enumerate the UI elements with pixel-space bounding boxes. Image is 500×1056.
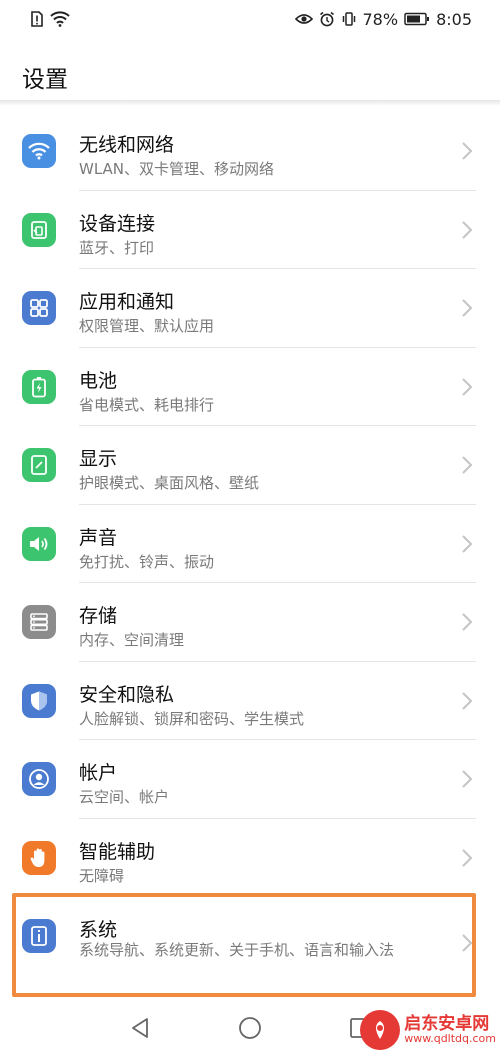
highlight-frame bbox=[12, 893, 476, 997]
speaker-icon bbox=[22, 526, 56, 561]
page-title: 设置 bbox=[22, 67, 68, 93]
item-title: 帐户 bbox=[79, 762, 118, 784]
alarm-icon bbox=[319, 11, 335, 27]
item-subtitle: 权限管理、默认应用 bbox=[79, 317, 215, 335]
clock-time: 8:05 bbox=[436, 9, 472, 29]
sim-alert-icon bbox=[30, 11, 44, 27]
apps-grid-icon bbox=[22, 291, 56, 325]
watermark-title: 启东安卓网 bbox=[404, 1013, 490, 1034]
settings-item-account[interactable]: 帐户 云空间、帐户 bbox=[0, 740, 500, 819]
status-right: 78% 8:05 bbox=[294, 9, 472, 29]
item-title: 电池 bbox=[79, 369, 118, 392]
settings-list: 无线和网络 WLAN、双卡管理、移动网络 设备连接 蓝牙、打印 应用和通知 权限… bbox=[0, 112, 500, 993]
settings-item-device-connection[interactable]: 设备连接 蓝牙、打印 bbox=[0, 191, 500, 269]
item-title: 存储 bbox=[79, 605, 118, 627]
settings-item-sound[interactable]: 声音 免打扰、铃声、振动 bbox=[0, 505, 500, 583]
item-title: 智能辅助 bbox=[79, 840, 156, 863]
header: 设置 bbox=[0, 38, 500, 104]
chevron-right-icon bbox=[462, 377, 473, 396]
back-button[interactable] bbox=[126, 1014, 154, 1042]
status-bar: 78% 8:05 bbox=[0, 0, 500, 38]
item-subtitle: WLAN、双卡管理、移动网络 bbox=[79, 160, 275, 178]
chevron-right-icon bbox=[462, 142, 473, 160]
item-subtitle: 内存、空间清理 bbox=[79, 631, 185, 649]
chevron-right-icon bbox=[462, 220, 473, 239]
item-subtitle: 省电模式、耗电排行 bbox=[79, 395, 215, 414]
watermark-text: 启东安卓网 www.qdltdq.com bbox=[404, 1013, 496, 1046]
home-circle-icon bbox=[239, 1017, 261, 1039]
chevron-right-icon bbox=[462, 299, 473, 317]
shield-icon bbox=[22, 683, 56, 718]
battery-percent: 78% bbox=[362, 9, 399, 29]
watermark-url: www.qdltdq.com bbox=[404, 1032, 496, 1046]
settings-item-apps-notifications[interactable]: 应用和通知 权限管理、默认应用 bbox=[0, 269, 500, 348]
item-title: 应用和通知 bbox=[79, 291, 175, 313]
settings-item-wireless-network[interactable]: 无线和网络 WLAN、双卡管理、移动网络 bbox=[0, 112, 500, 191]
chevron-right-icon bbox=[462, 613, 473, 631]
battery-icon bbox=[22, 369, 56, 404]
item-title: 设备连接 bbox=[79, 212, 156, 235]
item-title: 安全和隐私 bbox=[79, 683, 175, 706]
watermark: 启东安卓网 www.qdltdq.com bbox=[360, 1010, 496, 1050]
header-divider bbox=[0, 100, 500, 106]
item-subtitle: 蓝牙、打印 bbox=[79, 238, 155, 257]
item-title: 无线和网络 bbox=[79, 134, 175, 156]
item-subtitle: 云空间、帐户 bbox=[79, 788, 170, 806]
back-triangle-icon bbox=[132, 1018, 148, 1038]
vibrate-icon bbox=[341, 11, 357, 27]
battery-status-icon bbox=[404, 12, 430, 26]
account-icon bbox=[22, 762, 56, 796]
device-connection-icon bbox=[22, 212, 56, 247]
item-subtitle: 人脸解锁、锁屏和密码、学生模式 bbox=[79, 709, 305, 728]
settings-item-security-privacy[interactable]: 安全和隐私 人脸解锁、锁屏和密码、学生模式 bbox=[0, 662, 500, 740]
chevron-right-icon bbox=[462, 534, 473, 553]
item-subtitle: 护眼模式、桌面风格、壁纸 bbox=[79, 474, 260, 492]
chevron-right-icon bbox=[462, 770, 473, 788]
chevron-right-icon bbox=[462, 691, 473, 710]
chevron-right-icon bbox=[462, 848, 473, 867]
hand-icon bbox=[22, 840, 56, 875]
home-button[interactable] bbox=[236, 1014, 264, 1042]
item-title: 显示 bbox=[79, 448, 118, 470]
settings-item-smart-assistance[interactable]: 智能辅助 无障碍 bbox=[0, 819, 500, 898]
wifi-status-icon bbox=[50, 11, 70, 27]
watermark-logo-icon bbox=[360, 1010, 401, 1050]
item-title: 声音 bbox=[79, 526, 118, 549]
item-subtitle: 免打扰、铃声、振动 bbox=[79, 552, 215, 571]
storage-icon bbox=[22, 605, 56, 639]
item-subtitle: 无障碍 bbox=[79, 866, 125, 885]
settings-item-display[interactable]: 显示 护眼模式、桌面风格、壁纸 bbox=[0, 426, 500, 505]
chevron-right-icon bbox=[462, 456, 473, 474]
wifi-icon bbox=[22, 134, 56, 168]
settings-item-battery[interactable]: 电池 省电模式、耗电排行 bbox=[0, 348, 500, 426]
eye-icon bbox=[294, 12, 313, 26]
status-left bbox=[30, 11, 70, 27]
settings-item-storage[interactable]: 存储 内存、空间清理 bbox=[0, 583, 500, 662]
display-icon bbox=[22, 448, 56, 482]
